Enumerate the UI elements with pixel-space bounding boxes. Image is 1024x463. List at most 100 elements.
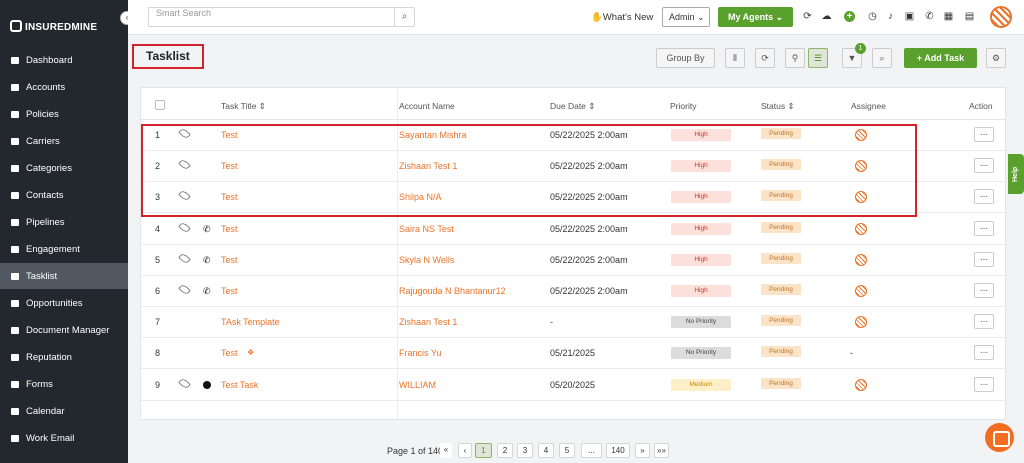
- column-header-account-name: Account Name: [399, 101, 455, 111]
- select-all-checkbox[interactable]: [155, 100, 165, 110]
- role-select[interactable]: Admin ⌄: [662, 7, 710, 27]
- next-page-button[interactable]: »: [635, 443, 650, 458]
- row-action-button[interactable]: ...: [974, 376, 994, 392]
- bell-icon[interactable]: ♪: [885, 11, 896, 22]
- sidebar-item-policies[interactable]: Policies: [0, 101, 128, 127]
- task-title-link[interactable]: Test Task: [221, 380, 258, 390]
- task-title-link[interactable]: Test: [221, 255, 238, 265]
- task-title-link[interactable]: Test: [221, 192, 238, 202]
- pagination: Page 1 of 140 « ‹ 1 2 3 4 5... 140 » »»: [128, 437, 1024, 463]
- task-title-link[interactable]: Test: [221, 348, 238, 358]
- eye-icon[interactable]: [178, 220, 191, 234]
- row-action-button[interactable]: ...: [974, 220, 994, 236]
- account-name-link[interactable]: WILLIAM: [399, 380, 436, 390]
- page-button-5[interactable]: 5: [559, 443, 575, 458]
- my-agents-button[interactable]: My Agents ⌄: [718, 7, 793, 27]
- sidebar-item-work-email[interactable]: Work Email: [0, 425, 128, 451]
- sync-icon[interactable]: ⟳: [802, 11, 813, 22]
- column-header-task-title[interactable]: Task Title ⇕: [221, 101, 266, 112]
- eye-icon[interactable]: [178, 158, 191, 171]
- search-input[interactable]: Smart Search: [148, 7, 414, 27]
- column-header-status[interactable]: Status ⇕: [761, 101, 795, 112]
- page-button-1[interactable]: 1: [475, 443, 492, 458]
- assignee-avatar[interactable]: [855, 191, 867, 204]
- column-header-due-date[interactable]: Due Date ⇕: [550, 101, 595, 112]
- account-name-link[interactable]: Rajugouda N Bhantanur12: [399, 286, 506, 296]
- video-icon[interactable]: ▣: [904, 11, 915, 22]
- row-action-button[interactable]: ...: [974, 251, 994, 267]
- add-task-button[interactable]: + Add Task: [904, 48, 977, 68]
- sidebar-item-categories[interactable]: Categories: [0, 155, 128, 181]
- chat-bubble-icon[interactable]: [985, 423, 1014, 452]
- row-action-button[interactable]: ...: [974, 314, 994, 330]
- notepad-icon[interactable]: ▤: [964, 11, 975, 22]
- page-button-140[interactable]: 140: [606, 443, 630, 458]
- sidebar-item-contacts[interactable]: Contacts: [0, 182, 128, 208]
- prev-page-button[interactable]: ‹: [458, 443, 472, 458]
- row-action-button[interactable]: ...: [974, 189, 994, 205]
- cloud-icon[interactable]: ☁: [821, 11, 832, 22]
- account-name-link[interactable]: Shilpa N/A: [399, 192, 442, 202]
- avatar[interactable]: [990, 6, 1012, 28]
- gear-icon[interactable]: ⚙: [986, 48, 1006, 68]
- assignee-avatar[interactable]: [855, 316, 867, 329]
- account-name-link[interactable]: Zishaan Test 1: [399, 161, 457, 171]
- row-action-button[interactable]: ...: [974, 158, 994, 174]
- search-icon[interactable]: ⌕: [872, 48, 892, 68]
- eye-icon[interactable]: [178, 127, 191, 140]
- assignee-avatar[interactable]: [855, 222, 867, 235]
- account-name-link[interactable]: Saira NS Test: [399, 224, 454, 234]
- row-action-button[interactable]: ...: [974, 345, 994, 361]
- list-view-icon[interactable]: ☰: [808, 48, 828, 68]
- task-title-link[interactable]: Test: [221, 130, 238, 140]
- page-button-4[interactable]: 4: [538, 443, 554, 458]
- sidebar-item-carriers[interactable]: Carriers: [0, 128, 128, 154]
- assignee-avatar[interactable]: [855, 378, 867, 391]
- clock-icon[interactable]: ◷: [867, 11, 878, 22]
- sidebar-item-reputation[interactable]: Reputation: [0, 344, 128, 370]
- sidebar-item-calendar[interactable]: Calendar: [0, 398, 128, 424]
- assignee-avatar[interactable]: [855, 285, 867, 297]
- sidebar-item-dashboard[interactable]: Dashboard: [0, 47, 128, 73]
- table-row: 2 Test Zishaan Test 1 05/22/2025 2:00am High…: [141, 151, 1005, 183]
- help-tab[interactable]: Help: [1008, 154, 1024, 194]
- row-action-button[interactable]: ...: [974, 127, 994, 142]
- row-action-button[interactable]: ...: [974, 283, 994, 298]
- chip-icon[interactable]: ▦: [943, 11, 954, 22]
- sidebar-item-forms[interactable]: Forms: [0, 371, 128, 397]
- logo[interactable]: INSUREDMINE: [10, 20, 97, 33]
- assignee-avatar[interactable]: [855, 129, 867, 141]
- sidebar-item-pipelines[interactable]: Pipelines: [0, 209, 128, 235]
- eye-icon[interactable]: [178, 189, 191, 203]
- sidebar-item-engagement[interactable]: Engagement: [0, 236, 128, 262]
- assignee-avatar[interactable]: [855, 160, 867, 173]
- pin-icon[interactable]: ⚲: [785, 48, 805, 68]
- task-title-link[interactable]: Test: [221, 286, 238, 296]
- phone-icon[interactable]: ✆: [924, 11, 935, 22]
- group-by-button[interactable]: Group By: [656, 48, 715, 68]
- plus-circle-icon[interactable]: +: [844, 11, 855, 22]
- columns-icon[interactable]: ⦀: [725, 48, 745, 68]
- assignee-avatar[interactable]: [855, 253, 867, 266]
- refresh-icon[interactable]: ⟳: [755, 48, 775, 68]
- task-title-link[interactable]: TAsk Template: [221, 317, 280, 327]
- sidebar-item-opportunities[interactable]: Opportunities: [0, 290, 128, 316]
- search-icon[interactable]: ⌕: [394, 7, 415, 27]
- page-button-2[interactable]: 2: [497, 443, 513, 458]
- account-name-link[interactable]: Skyla N Wells: [399, 255, 454, 265]
- sidebar-item-document-manager[interactable]: Document Manager: [0, 317, 128, 343]
- page-button-3[interactable]: 3: [517, 443, 533, 458]
- sidebar-item-tasklist[interactable]: Tasklist: [0, 263, 128, 289]
- account-name-link[interactable]: Francis Yu: [399, 348, 441, 358]
- whats-new-link[interactable]: ✋What's New: [591, 12, 653, 23]
- eye-icon[interactable]: [178, 252, 191, 265]
- last-page-button[interactable]: »»: [654, 443, 669, 458]
- eye-icon[interactable]: [178, 283, 191, 296]
- account-name-link[interactable]: Zishaan Test 1: [399, 317, 457, 327]
- first-page-button[interactable]: «: [440, 443, 452, 458]
- sidebar-item-accounts[interactable]: Accounts: [0, 74, 128, 100]
- account-name-link[interactable]: Sayantan Mishra: [399, 130, 467, 140]
- eye-icon[interactable]: [178, 376, 191, 390]
- task-title-link[interactable]: Test: [221, 161, 238, 171]
- task-title-link[interactable]: Test: [221, 224, 238, 234]
